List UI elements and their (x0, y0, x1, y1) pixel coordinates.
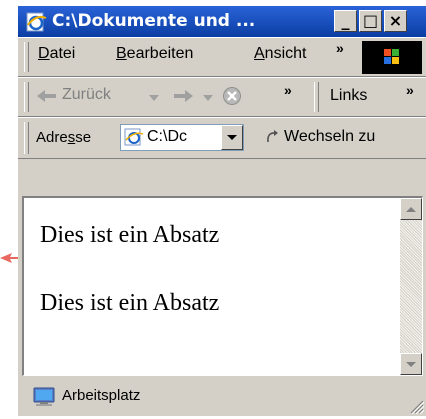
pointer-arrow-icon (0, 253, 20, 263)
minimize-icon: _ (341, 11, 350, 30)
back-dropdown-chevron-icon[interactable] (148, 94, 160, 102)
links-more-chevron-icon[interactable]: » (406, 82, 414, 98)
address-label-part: se (75, 129, 92, 146)
nav-more-chevron-icon[interactable]: » (284, 82, 292, 98)
nav-bar-grip[interactable] (24, 82, 29, 112)
close-icon: × (388, 11, 403, 30)
menu-accel: A (254, 45, 265, 62)
menu-more-chevron-icon[interactable]: » (336, 40, 344, 56)
address-label-part: Adre (36, 129, 68, 146)
back-button[interactable]: Zurück (36, 86, 144, 108)
menu-label: atei (49, 45, 76, 62)
menu-item-datei[interactable]: Datei (38, 45, 75, 63)
address-input[interactable]: C:\Dc (120, 124, 244, 151)
menu-label: earbeiten (126, 45, 194, 62)
forward-dropdown-chevron-icon[interactable] (202, 94, 214, 102)
windows-flag-icon (384, 49, 399, 64)
menu-bar-grip[interactable] (24, 42, 29, 72)
address-label: Adresse (36, 129, 91, 146)
my-computer-icon (33, 387, 55, 406)
paragraph: Dies ist ein Absatz (40, 222, 220, 248)
browser-window: C:\Dokumente und ... _ □ × Datei Bearbei… (18, 6, 426, 416)
status-bar: Arbeitsplatz (18, 378, 426, 416)
close-button[interactable]: × (384, 10, 407, 32)
navigation-bar: Zurück » Links » (18, 77, 426, 117)
page-content-area[interactable]: Dies ist ein Absatz Dies ist ein Absatz (22, 196, 423, 376)
menu-item-ansicht[interactable]: Ansicht (254, 45, 306, 63)
menu-label: nsicht (264, 45, 307, 62)
forward-arrow-icon[interactable] (172, 89, 194, 103)
vertical-scrollbar[interactable] (400, 198, 422, 375)
window-title: C:\Dokumente und ... (52, 11, 256, 31)
links-grip[interactable] (314, 82, 319, 112)
internet-explorer-icon (26, 12, 47, 32)
title-bar[interactable]: C:\Dokumente und ... _ □ × (18, 6, 426, 37)
go-label: Wechseln zu (284, 128, 376, 145)
go-arrow-icon (267, 130, 278, 143)
maximize-icon: □ (362, 11, 379, 30)
scroll-down-arrow-icon (406, 362, 416, 367)
resize-grip-icon[interactable] (408, 398, 424, 414)
maximize-button[interactable]: □ (359, 10, 382, 32)
menu-bar: Datei Bearbeiten Ansicht » (18, 37, 426, 77)
address-bar-grip[interactable] (24, 122, 29, 154)
links-label[interactable]: Links (330, 87, 367, 105)
stop-icon[interactable] (222, 86, 242, 106)
address-bar: Adresse C:\Dc Wechseln zu (18, 117, 426, 159)
page-icon (124, 128, 144, 146)
scroll-down-button[interactable] (400, 353, 422, 375)
minimize-button[interactable]: _ (334, 10, 357, 32)
menu-accel: B (116, 45, 127, 62)
status-text: Arbeitsplatz (62, 387, 141, 404)
back-arrow-icon (37, 90, 56, 102)
dropdown-arrow-icon (227, 135, 237, 140)
back-label: Zurück (62, 86, 111, 103)
menu-item-bearbeiten[interactable]: Bearbeiten (116, 45, 193, 63)
paragraph: Dies ist ein Absatz (40, 290, 220, 316)
scroll-up-button[interactable] (400, 198, 422, 220)
scroll-up-arrow-icon (406, 207, 416, 212)
windows-logo-throbber (362, 41, 422, 74)
menu-accel: D (38, 45, 50, 62)
address-dropdown-button[interactable] (221, 125, 243, 150)
address-value: C:\Dc (147, 128, 187, 145)
go-button[interactable]: Wechseln zu (264, 126, 422, 152)
